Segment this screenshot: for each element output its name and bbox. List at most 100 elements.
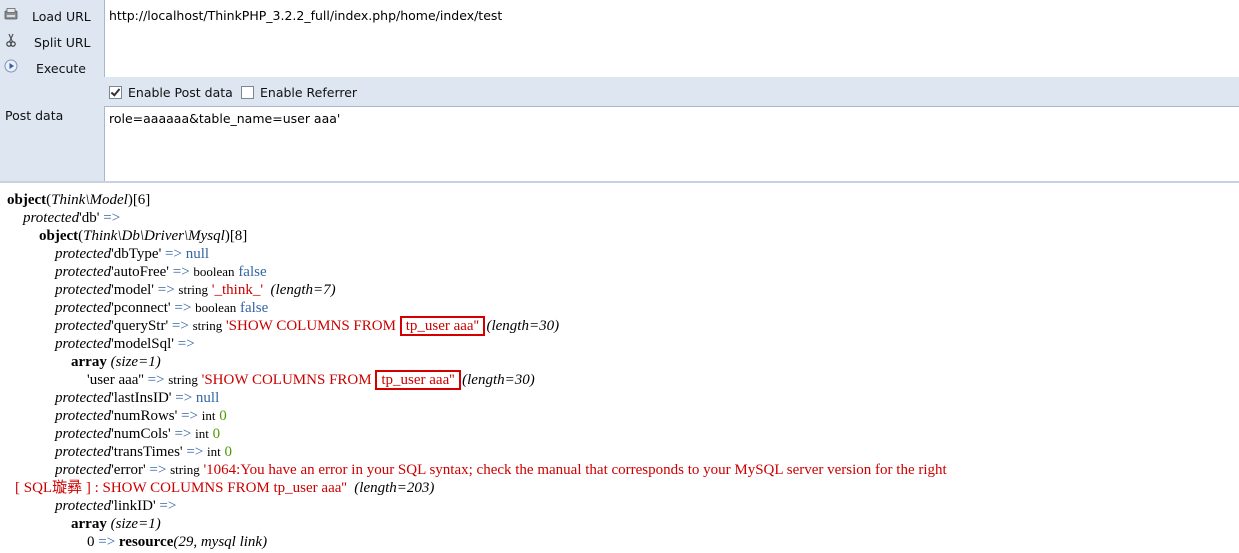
object-keyword: object <box>39 228 79 244</box>
visibility: protected <box>55 246 112 262</box>
class-name: Think\Model <box>51 192 128 208</box>
prop-length: (length=30) <box>486 318 560 334</box>
arrow: => <box>177 336 195 352</box>
prop-type: boolean <box>193 264 235 279</box>
prop-value: null <box>195 390 220 406</box>
object-count: [8] <box>229 228 248 244</box>
resource-keyword: resource <box>118 534 174 550</box>
prop-type: string <box>178 282 209 297</box>
arrow: => <box>147 372 165 388</box>
arrow: => <box>103 210 121 226</box>
prop-type: int <box>207 444 221 459</box>
dump-line-root: object(Think\Model)[6] <box>7 192 151 208</box>
arrow: => <box>171 318 189 334</box>
array-key: 0 <box>87 534 95 550</box>
visibility: protected <box>55 318 112 334</box>
load-url-icon <box>4 7 18 21</box>
enable-referrer-checkbox[interactable]: Enable Referrer <box>241 85 357 100</box>
play-icon <box>4 59 18 73</box>
array-size: (size=1) <box>110 516 161 532</box>
dump-line-pconnect: protected'pconnect' => boolean false <box>55 299 268 317</box>
enable-referrer-label: Enable Referrer <box>260 85 358 100</box>
prop-value: null <box>185 246 210 262</box>
dump-line-transtimes: protected'transTimes' => int 0 <box>55 443 232 461</box>
dump-line-link-entry: 0 => resource(29, mysql link) <box>87 533 267 551</box>
prop-type: string <box>170 462 200 477</box>
prop-type: string <box>192 318 223 333</box>
enable-post-checkbox[interactable]: Enable Post data <box>109 85 233 100</box>
arrow: => <box>174 426 192 442</box>
prop-type: string <box>168 372 198 387</box>
arrow: => <box>149 462 167 478</box>
array-keyword: array <box>71 516 107 532</box>
dump-line-model: protected'model' => string '_think_' (le… <box>55 281 336 299</box>
load-url-button[interactable]: Load URL <box>0 2 104 28</box>
class-name: Think\Db\Driver\Mysql <box>83 228 225 244</box>
dump-line-modelsql-entry: 'user aaa'' => string 'SHOW COLUMNS FROM… <box>87 370 535 390</box>
visibility: protected <box>55 498 112 514</box>
execute-label: Execute <box>36 61 86 76</box>
prop-value: '1064:You have an error in your SQL synt… <box>203 462 947 478</box>
dump-line-link-array: array (size=1) <box>71 515 161 533</box>
arrow: => <box>175 390 193 406</box>
arrow: => <box>186 444 204 460</box>
arrow: => <box>165 246 182 262</box>
prop-type: boolean <box>195 300 237 315</box>
object-count: [6] <box>132 192 151 208</box>
prop-key: 'pconnect' <box>111 300 171 316</box>
options-row: Enable Post data Enable Referrer <box>104 78 1239 106</box>
execute-button[interactable]: Execute <box>0 54 104 80</box>
arrow: => <box>174 300 192 316</box>
prop-key: 'linkID' <box>111 498 156 514</box>
prop-key: 'lastInsID' <box>111 390 172 406</box>
post-data-input[interactable]: role=aaaaaa&table_name=user aaa' <box>104 106 1239 181</box>
dump-line-db: protected'db' => <box>23 209 120 227</box>
prop-key: 'dbType' <box>111 246 162 262</box>
dump-line-linkid: protected'linkID' => <box>55 497 176 515</box>
array-keyword: array <box>71 354 107 370</box>
prop-key: 'numRows' <box>111 408 178 424</box>
highlighted-value: tp_user aaa'' <box>375 370 461 390</box>
visibility: protected <box>55 282 112 298</box>
dump-line-numcols: protected'numCols' => int 0 <box>55 425 220 443</box>
dump-line-modelsql: protected'modelSql' => <box>55 335 195 353</box>
prop-value: 0 <box>224 444 233 460</box>
dump-line-lastinsid: protected'lastInsID' => null <box>55 389 219 407</box>
dump-line-querystr: protected'queryStr' => string 'SHOW COLU… <box>55 316 560 336</box>
prop-type: int <box>201 408 216 423</box>
prop-length: (length=7) <box>270 282 336 298</box>
prop-type: int <box>195 426 209 441</box>
panel-divider <box>0 181 1239 183</box>
prop-key: 'model' <box>111 282 154 298</box>
dump-line-dbtype: protected'dbType' => null <box>55 245 209 263</box>
arrow: => <box>159 498 177 514</box>
prop-value-continued: [ SQL璇彞 ] : SHOW COLUMNS FROM tp_user aa… <box>15 480 347 496</box>
prop-value: false <box>239 300 269 316</box>
prop-key: 'autoFree' <box>111 264 169 280</box>
visibility: protected <box>55 426 112 442</box>
visibility: protected <box>23 210 80 226</box>
enable-referrer-check-icon[interactable] <box>241 86 254 99</box>
arrow: => <box>157 282 175 298</box>
prop-key: 'modelSql' <box>111 336 175 352</box>
resource-value: (29, mysql link) <box>173 534 268 550</box>
prop-length: (length=203) <box>354 480 435 496</box>
highlighted-value: tp_user aaa'' <box>399 316 485 336</box>
load-url-label: Load URL <box>32 9 91 24</box>
enable-post-check-icon[interactable] <box>109 86 122 99</box>
post-data-label: Post data <box>5 108 64 123</box>
object-keyword: object <box>7 192 47 208</box>
visibility: protected <box>55 390 112 406</box>
arrow: => <box>172 264 190 280</box>
visibility: protected <box>55 444 112 460</box>
split-url-button[interactable]: Split URL <box>0 28 104 54</box>
dump-line-numrows: protected'numRows' => int 0 <box>55 407 227 425</box>
prop-value: 'SHOW COLUMNS FROM <box>201 372 376 388</box>
arrow: => <box>181 408 199 424</box>
url-input[interactable]: http://localhost/ThinkPHP_3.2.2_full/ind… <box>104 0 1239 77</box>
visibility: protected <box>55 300 112 316</box>
prop-key: 'numCols' <box>111 426 171 442</box>
hackbar-panel: Load URL Split URL Execute http://localh… <box>0 0 1239 183</box>
dump-line-driver: object(Think\Db\Driver\Mysql)[8] <box>39 228 248 244</box>
prop-length: (length=30) <box>462 372 535 388</box>
